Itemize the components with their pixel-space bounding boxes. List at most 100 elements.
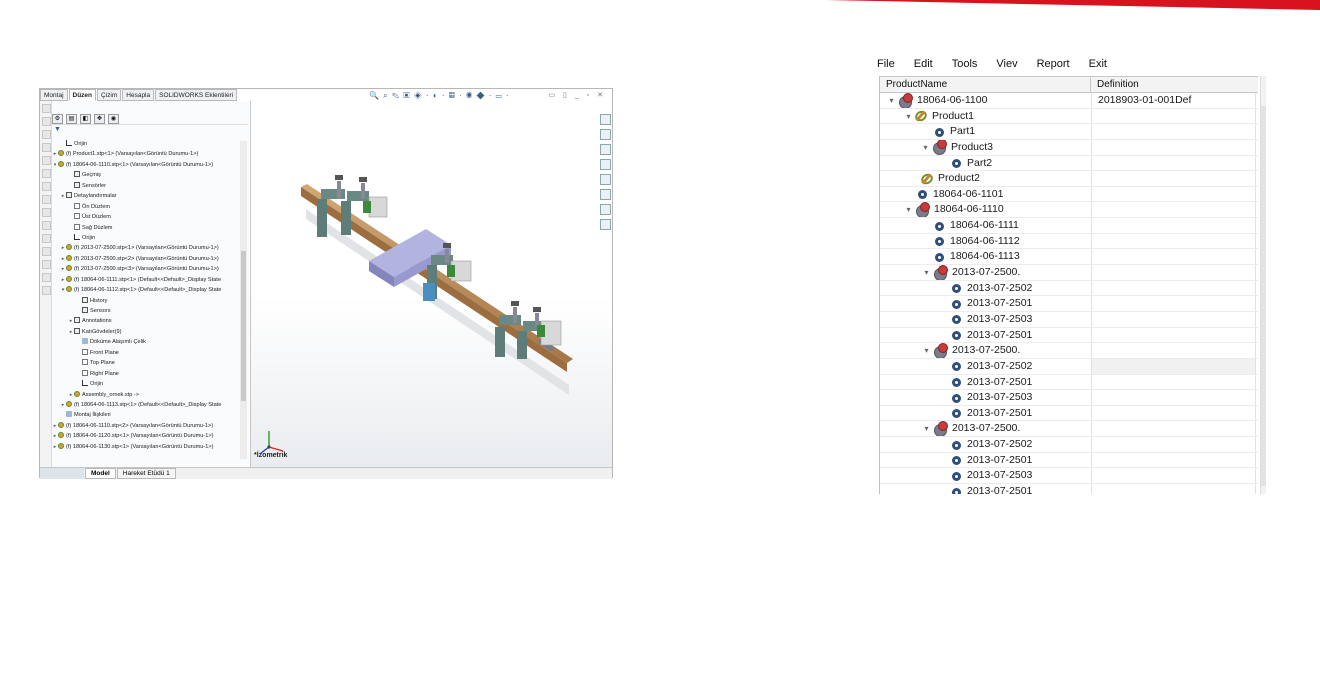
definition-cell[interactable] — [1092, 265, 1256, 280]
definition-cell[interactable] — [1092, 390, 1256, 405]
product-name-cell[interactable]: ▾ Product3 — [880, 139, 1092, 155]
table-row[interactable]: 18064-06-1101 — [880, 186, 1258, 203]
tool-icon[interactable] — [42, 273, 51, 282]
product-name-cell[interactable]: ▾ 2013-07-2500. — [880, 265, 1092, 280]
tool-icon[interactable] — [42, 104, 51, 113]
feature-tree-item[interactable]: Üst Düzlem — [52, 212, 237, 222]
definition-cell[interactable] — [1092, 452, 1256, 468]
tool-icon[interactable] — [42, 221, 51, 230]
display-manager-icon[interactable]: ◉ — [108, 113, 119, 124]
tool-icon[interactable] — [42, 195, 51, 204]
feature-tree-item[interactable]: ▸ (f) 2013-07-2500.stp<2> (Varsayılan<Gör… — [52, 254, 237, 264]
menu-item[interactable]: Edit — [914, 56, 933, 73]
graphics-area[interactable]: 🔍 ⌕ ✎ ▣ ◈ · ◐ · ▦ · ◉ ◆ · ▭ · ▭ ▯ _ ▫ ✕ — [251, 89, 612, 467]
column-header-productname[interactable]: ProductName — [880, 77, 1091, 92]
expand-arrow-icon[interactable]: ▸ — [60, 400, 66, 410]
menu-item[interactable]: Report — [1037, 56, 1070, 73]
definition-cell[interactable] — [1092, 421, 1256, 437]
feature-tree-item[interactable]: Orijin — [52, 233, 237, 243]
product-name-cell[interactable]: 18064-06-1112 — [880, 233, 1092, 249]
product-name-cell[interactable]: 18064-06-1113 — [880, 249, 1092, 265]
feature-tree-item[interactable]: Orijin — [52, 139, 237, 149]
table-row[interactable]: 2013-07-2502 — [880, 437, 1258, 453]
table-row[interactable]: Product2 — [880, 171, 1258, 187]
tool-icon[interactable] — [42, 247, 51, 256]
product-name-cell[interactable]: 2013-07-2502 — [880, 358, 1092, 374]
definition-cell[interactable] — [1092, 155, 1256, 171]
expand-toggle-icon[interactable]: ▾ — [904, 109, 913, 124]
table-row[interactable]: 2013-07-2502 — [880, 358, 1258, 375]
product-name-cell[interactable]: 2013-07-2501 — [880, 484, 1092, 494]
expand-toggle-icon[interactable]: ▾ — [922, 421, 931, 436]
menu-item[interactable]: Viev — [996, 56, 1017, 73]
table-row[interactable]: ▾ 18064-06-1110 — [880, 202, 1258, 219]
product-name-cell[interactable]: Part1 — [880, 124, 1092, 139]
expand-arrow-icon[interactable]: ▸ — [60, 275, 66, 285]
table-row[interactable]: 18064-06-1112 — [880, 233, 1258, 250]
definition-cell[interactable] — [1092, 327, 1256, 343]
definition-cell[interactable] — [1092, 124, 1256, 139]
product-name-cell[interactable]: 2013-07-2502 — [880, 437, 1092, 452]
product-name-cell[interactable]: 2013-07-2501 — [880, 452, 1092, 468]
definition-cell[interactable] — [1092, 343, 1256, 358]
product-name-cell[interactable]: ▾ Product1 — [880, 108, 1092, 124]
feature-tree-item[interactable]: Sensors — [52, 306, 237, 316]
filter-icon[interactable]: ▼ — [54, 126, 61, 133]
menu-item[interactable]: File — [877, 56, 895, 73]
table-row[interactable]: ▾ 18064-06-1100 2018903-01-001Def — [880, 93, 1258, 109]
feature-tree-item[interactable]: ▸ (f) 2013-07-2500.stp<3> (Varsayılan<Gör… — [52, 264, 237, 274]
definition-cell[interactable] — [1092, 484, 1256, 494]
expand-arrow-icon[interactable]: ▸ — [60, 264, 66, 274]
menu-item[interactable]: Exit — [1089, 56, 1107, 73]
definition-cell[interactable] — [1092, 233, 1256, 249]
definition-cell[interactable] — [1092, 374, 1256, 390]
product-name-cell[interactable]: 2013-07-2501 — [880, 327, 1092, 343]
definition-cell[interactable] — [1092, 311, 1256, 327]
table-row[interactable]: 2013-07-2503 — [880, 390, 1258, 406]
feature-tree-item[interactable]: Front Plane — [52, 348, 237, 358]
tab-navigation-arrows[interactable] — [40, 468, 84, 479]
definition-cell[interactable] — [1092, 468, 1256, 484]
definition-cell[interactable] — [1092, 405, 1256, 421]
scrollbar-thumb[interactable] — [1261, 106, 1266, 486]
feature-tree-item[interactable]: ▸ (f) 18064-06-1111.stp<1> (Default<<Defa… — [52, 275, 237, 285]
feature-tree-item[interactable]: Montaj İlişkileri — [52, 410, 237, 420]
table-row[interactable]: ▾ Product1 — [880, 108, 1258, 125]
expand-toggle-icon[interactable]: ▾ — [887, 93, 896, 108]
command-tab[interactable]: Montaj — [40, 89, 68, 101]
product-name-cell[interactable]: ▾ 18064-06-1100 — [880, 93, 1092, 108]
product-name-cell[interactable]: 2013-07-2501 — [880, 296, 1092, 311]
command-tab[interactable]: Hesapla — [122, 89, 155, 101]
expand-toggle-icon[interactable]: ▾ — [922, 343, 931, 358]
table-row[interactable]: 2013-07-2503 — [880, 311, 1258, 328]
column-header-definition[interactable]: Definition — [1091, 77, 1255, 92]
expand-arrow-icon[interactable]: ▸ — [52, 421, 58, 431]
tool-icon[interactable] — [42, 260, 51, 269]
definition-cell[interactable] — [1092, 139, 1256, 155]
configuration-manager-icon[interactable]: ◧ — [80, 113, 91, 124]
tool-icon[interactable] — [42, 156, 51, 165]
definition-cell[interactable] — [1092, 171, 1256, 186]
table-row[interactable]: 2013-07-2501 — [880, 452, 1258, 469]
feature-tree-item[interactable]: ▾ (f) 18064-06-1112.stp<1> (Default<<Defa… — [52, 285, 237, 295]
command-tab[interactable]: SOLIDWORKS Eklentileri — [155, 89, 238, 101]
definition-cell[interactable] — [1092, 358, 1256, 374]
expand-toggle-icon[interactable]: ▾ — [921, 140, 930, 155]
table-row[interactable]: Part2 — [880, 155, 1258, 172]
feature-tree-item[interactable]: ▸ (f) 18064-06-1120.stp<1> (Varsayılan<Gö… — [52, 431, 237, 441]
product-name-cell[interactable]: 2013-07-2503 — [880, 390, 1092, 405]
tool-icon[interactable] — [42, 143, 51, 152]
feature-tree-item[interactable]: Sensörler — [52, 181, 237, 191]
feature-tree-item[interactable]: ▸ (f) 18064-06-1130.stp<1> (Varsayılan<Gö… — [52, 442, 237, 452]
table-row[interactable]: ▾ 2013-07-2500. — [880, 343, 1258, 359]
feature-tree-item[interactable]: ▸ (f) 18064-06-1113.stp<1> (Default<<Defa… — [52, 400, 237, 410]
table-row[interactable]: 2013-07-2501 — [880, 374, 1258, 391]
table-row[interactable]: 2013-07-2503 — [880, 468, 1258, 485]
product-tree-vertical-scrollbar[interactable] — [1260, 76, 1266, 494]
product-name-cell[interactable]: 18064-06-1101 — [880, 186, 1092, 202]
product-name-cell[interactable]: 2013-07-2502 — [880, 280, 1092, 296]
feature-tree-item[interactable]: Geçmiş — [52, 170, 237, 180]
table-row[interactable]: ▾ 2013-07-2500. — [880, 265, 1258, 281]
expand-arrow-icon[interactable]: ▸ — [52, 442, 58, 452]
table-row[interactable]: 2013-07-2502 — [880, 280, 1258, 297]
